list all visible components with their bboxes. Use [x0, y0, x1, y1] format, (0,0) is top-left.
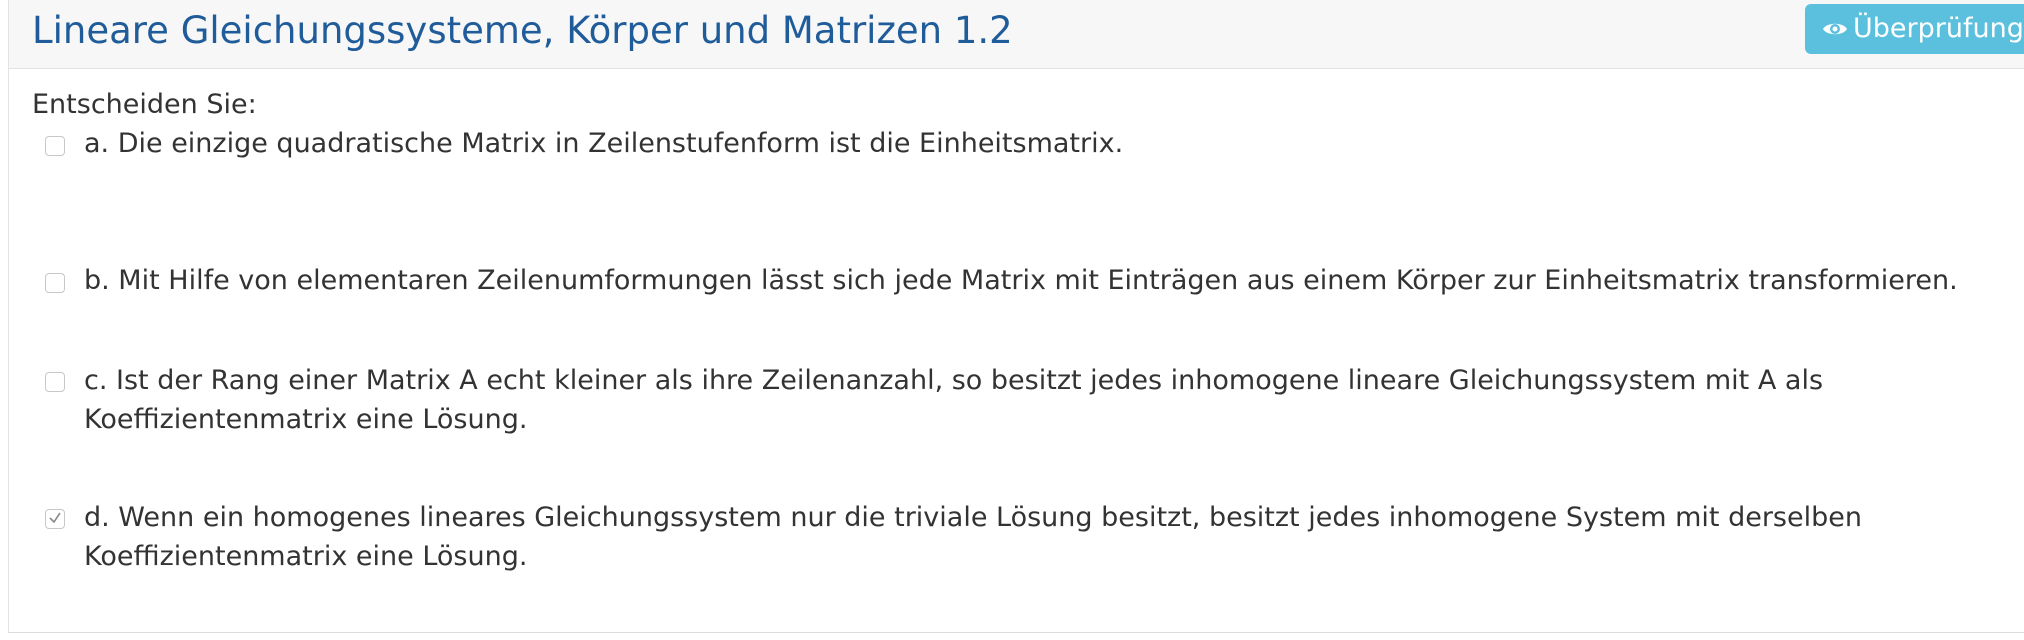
- checkmark-icon: [49, 512, 61, 524]
- option-a-checkbox[interactable]: [45, 136, 65, 156]
- question-title: Lineare Gleichungssysteme, Körper und Ma…: [32, 9, 1013, 52]
- question-panel: Lineare Gleichungssysteme, Körper und Ma…: [8, 0, 2024, 633]
- check-button[interactable]: Überprüfung: [1805, 4, 2024, 54]
- eye-icon: [1823, 23, 1847, 35]
- option-b-checkbox[interactable]: [45, 273, 65, 293]
- question-header: Lineare Gleichungssysteme, Körper und Ma…: [9, 0, 2024, 69]
- check-button-label: Überprüfung: [1853, 13, 2024, 44]
- option-c-label: c. Ist der Rang einer Matrix A echt klei…: [84, 365, 1824, 435]
- option-b-label: b. Mit Hilfe von elementaren Zeilenumfor…: [84, 265, 1958, 296]
- option-c-checkbox[interactable]: [45, 372, 65, 392]
- option-a-label: a. Die einzige quadratische Matrix in Ze…: [84, 128, 1124, 159]
- option-d-checkbox[interactable]: [45, 509, 65, 529]
- question-prompt: Entscheiden Sie:: [32, 89, 257, 120]
- option-d-label: d. Wenn ein homogenes lineares Gleichung…: [84, 502, 1862, 572]
